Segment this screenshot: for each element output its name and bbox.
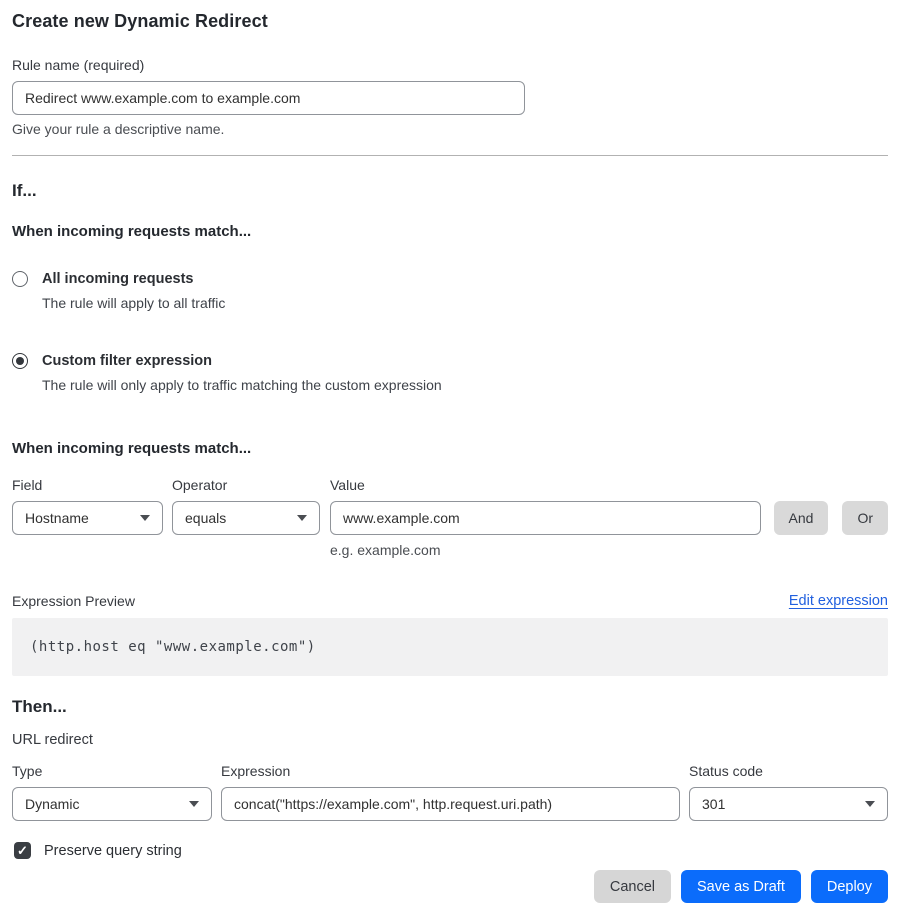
page-title: Create new Dynamic Redirect xyxy=(12,11,888,32)
operator-select-value: equals xyxy=(185,510,289,526)
section-divider xyxy=(12,155,888,156)
rule-name-input[interactable] xyxy=(12,81,525,115)
redirect-config-row: Type Expression Status code Dynamic 301 xyxy=(12,763,888,821)
preserve-query-string-row[interactable]: ✓ Preserve query string xyxy=(12,842,888,859)
then-section-heading: Then... xyxy=(12,697,888,717)
value-label: Value xyxy=(330,477,888,493)
chevron-down-icon xyxy=(140,515,150,521)
field-select-value: Hostname xyxy=(25,510,132,526)
create-redirect-form: Create new Dynamic Redirect Rule name (r… xyxy=(0,0,907,903)
field-select[interactable]: Hostname xyxy=(12,501,163,535)
radio-button-unchecked[interactable] xyxy=(12,271,28,287)
radio-button-checked[interactable] xyxy=(12,353,28,369)
filter-builder-heading: When incoming requests match... xyxy=(12,440,888,457)
incoming-match-heading: When incoming requests match... xyxy=(12,223,888,240)
expression-label: Expression xyxy=(221,763,680,779)
expression-preview-box: (http.host eq "www.example.com") xyxy=(12,618,888,676)
if-section-heading: If... xyxy=(12,181,888,201)
preserve-query-label: Preserve query string xyxy=(44,843,182,859)
status-code-select-value: 301 xyxy=(702,796,857,812)
redirect-expression-input[interactable] xyxy=(221,787,680,821)
and-button[interactable]: And xyxy=(774,501,829,535)
preserve-query-checkbox[interactable]: ✓ xyxy=(14,842,31,859)
url-redirect-label: URL redirect xyxy=(12,732,888,748)
save-as-draft-button[interactable]: Save as Draft xyxy=(681,870,801,903)
radio-description: The rule will only apply to traffic matc… xyxy=(42,376,442,396)
expression-preview-code: (http.host eq "www.example.com") xyxy=(30,639,316,655)
edit-expression-link[interactable]: Edit expression xyxy=(789,593,888,609)
operator-label: Operator xyxy=(172,477,320,493)
value-input[interactable] xyxy=(330,501,761,535)
radio-option-custom-filter[interactable]: Custom filter expression The rule will o… xyxy=(12,351,888,396)
status-code-label: Status code xyxy=(689,763,888,779)
chevron-down-icon xyxy=(189,801,199,807)
check-icon: ✓ xyxy=(17,844,28,857)
status-code-select[interactable]: 301 xyxy=(689,787,888,821)
radio-label: All incoming requests xyxy=(42,269,225,290)
type-select-value: Dynamic xyxy=(25,796,181,812)
field-label: Field xyxy=(12,477,163,493)
filter-builder-row: Field Hostname Operator equals Value And… xyxy=(12,477,888,558)
or-button[interactable]: Or xyxy=(842,501,888,535)
chevron-down-icon xyxy=(297,515,307,521)
radio-label: Custom filter expression xyxy=(42,351,442,372)
chevron-down-icon xyxy=(865,801,875,807)
type-select[interactable]: Dynamic xyxy=(12,787,212,821)
rule-name-label: Rule name (required) xyxy=(12,57,888,73)
expression-preview-label: Expression Preview xyxy=(12,593,135,609)
deploy-button[interactable]: Deploy xyxy=(811,870,888,903)
match-type-radio-group: All incoming requests The rule will appl… xyxy=(12,269,888,395)
type-label: Type xyxy=(12,763,212,779)
operator-select[interactable]: equals xyxy=(172,501,320,535)
radio-description: The rule will apply to all traffic xyxy=(42,294,225,314)
rule-name-help: Give your rule a descriptive name. xyxy=(12,121,888,137)
radio-option-all-requests[interactable]: All incoming requests The rule will appl… xyxy=(12,269,888,314)
form-actions: Cancel Save as Draft Deploy xyxy=(12,870,888,903)
value-help: e.g. example.com xyxy=(330,542,888,558)
cancel-button[interactable]: Cancel xyxy=(594,870,671,903)
